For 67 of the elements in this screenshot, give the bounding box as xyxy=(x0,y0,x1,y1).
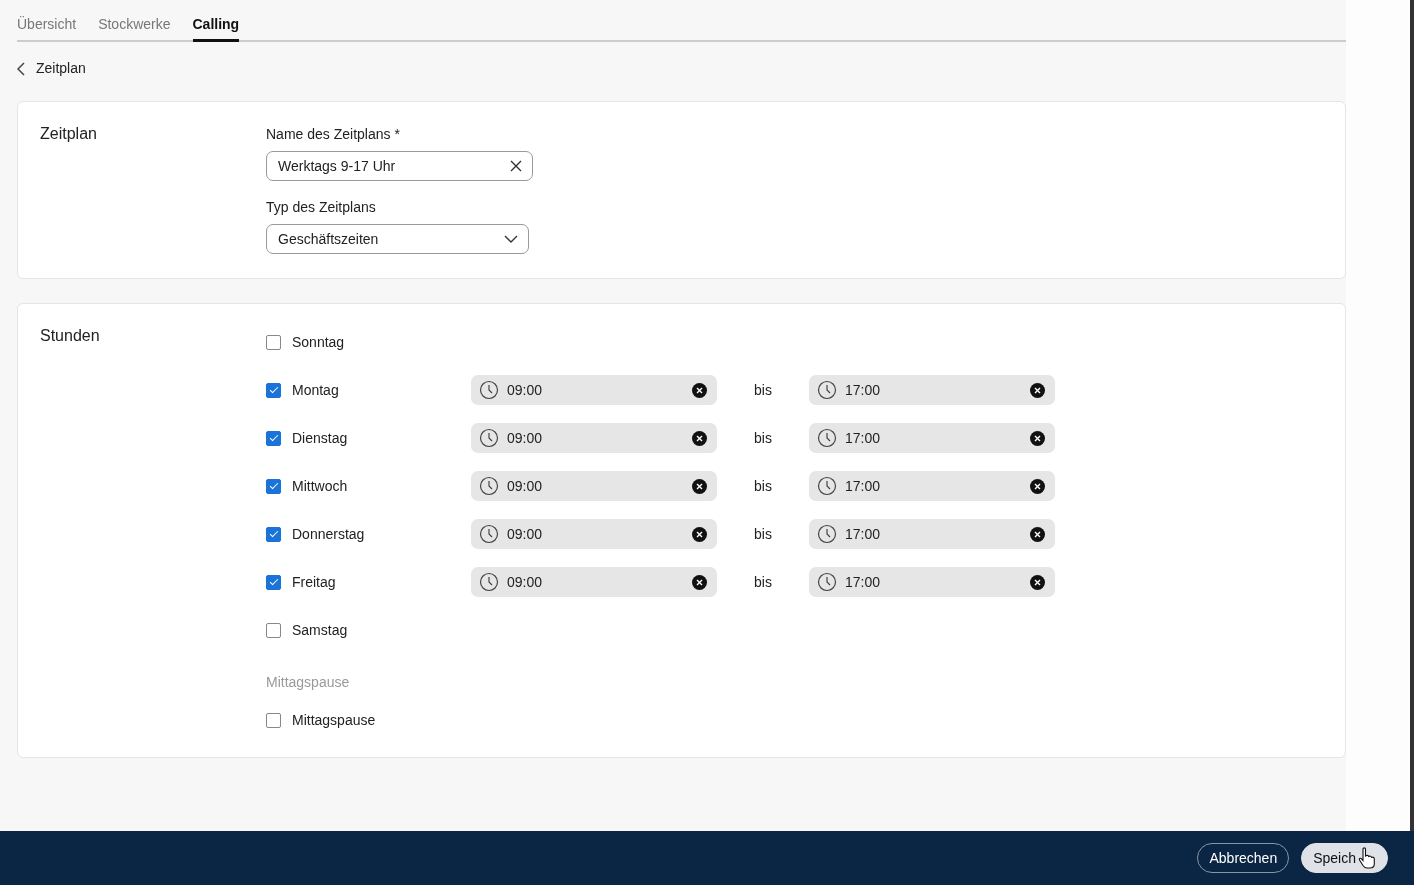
input-field[interactable]: Werktags 9-17 Uhr xyxy=(266,151,533,181)
time-field[interactable]: 09:00 xyxy=(471,519,717,549)
checkbox[interactable] xyxy=(266,382,281,398)
time-field[interactable]: 17:00 xyxy=(809,375,1055,405)
clear-icon[interactable] xyxy=(692,526,707,542)
time-field[interactable]: 17:00 xyxy=(809,423,1055,453)
chevron-down-icon xyxy=(504,235,518,243)
range-separator: bis xyxy=(753,524,773,544)
clear-icon[interactable] xyxy=(692,430,707,446)
dropdown-field[interactable]: Geschäftszeiten xyxy=(266,224,529,254)
clock-icon xyxy=(817,428,837,448)
clock-icon xyxy=(479,524,499,544)
section-label: Mittagspause xyxy=(266,673,351,692)
clear-icon[interactable] xyxy=(1030,574,1045,590)
clear-icon[interactable] xyxy=(510,160,522,172)
back-link[interactable]: Zeitplan xyxy=(17,58,86,79)
checkbox[interactable] xyxy=(266,574,281,590)
time-field[interactable]: 09:00 xyxy=(471,423,717,453)
checkbox-label: Samstag xyxy=(292,620,348,640)
clock-icon xyxy=(479,476,499,496)
time-field[interactable]: 17:00 xyxy=(809,471,1055,501)
range-separator: bis xyxy=(753,476,773,496)
time-field[interactable]: 17:00 xyxy=(809,567,1055,597)
clock-icon xyxy=(817,524,837,544)
clock-icon xyxy=(479,380,499,400)
checkbox-label: Mittwoch xyxy=(292,476,348,496)
card-title: Stunden xyxy=(40,326,101,346)
clock-icon xyxy=(817,572,837,592)
checkbox[interactable] xyxy=(266,430,281,446)
field-label: Typ des Zeitplans xyxy=(266,198,377,217)
checkbox[interactable] xyxy=(266,334,281,350)
checkbox[interactable] xyxy=(266,712,281,728)
card-title: Zeitplan xyxy=(40,124,98,144)
clear-icon[interactable] xyxy=(692,574,707,590)
range-separator: bis xyxy=(753,572,773,592)
checkbox[interactable] xyxy=(266,526,281,542)
clear-icon[interactable] xyxy=(692,382,707,398)
chevron-left-icon xyxy=(17,61,26,76)
clear-icon[interactable] xyxy=(1030,478,1045,494)
hand-cursor-icon xyxy=(1358,847,1376,869)
checkbox-label: Montag xyxy=(292,380,339,400)
range-separator: bis xyxy=(753,380,773,400)
checkbox[interactable] xyxy=(266,622,281,638)
clear-icon[interactable] xyxy=(1030,430,1045,446)
clear-icon[interactable] xyxy=(1030,382,1045,398)
clock-icon xyxy=(479,572,499,592)
tab[interactable]: Stockwerke xyxy=(98,14,171,42)
clock-icon xyxy=(479,428,499,448)
tab[interactable]: Übersicht xyxy=(17,14,77,42)
field-label: Name des Zeitplans * xyxy=(266,125,401,144)
time-field[interactable]: 17:00 xyxy=(809,519,1055,549)
time-field[interactable]: 09:00 xyxy=(471,375,717,405)
checkbox-label: Donnerstag xyxy=(292,524,365,544)
time-field[interactable]: 09:00 xyxy=(471,471,717,501)
checkbox-label: Mittagspause xyxy=(292,710,376,730)
range-separator: bis xyxy=(753,428,773,448)
clear-icon[interactable] xyxy=(692,478,707,494)
checkbox-label: Sonntag xyxy=(292,332,345,352)
clock-icon xyxy=(817,476,837,496)
tab[interactable]: Calling xyxy=(192,14,240,42)
checkbox-label: Freitag xyxy=(292,572,336,592)
checkbox-label: Dienstag xyxy=(292,428,348,448)
clock-icon xyxy=(817,380,837,400)
time-field[interactable]: 09:00 xyxy=(471,567,717,597)
clear-icon[interactable] xyxy=(1030,526,1045,542)
save-button[interactable]: Speich xyxy=(1301,843,1388,873)
checkbox[interactable] xyxy=(266,478,281,494)
